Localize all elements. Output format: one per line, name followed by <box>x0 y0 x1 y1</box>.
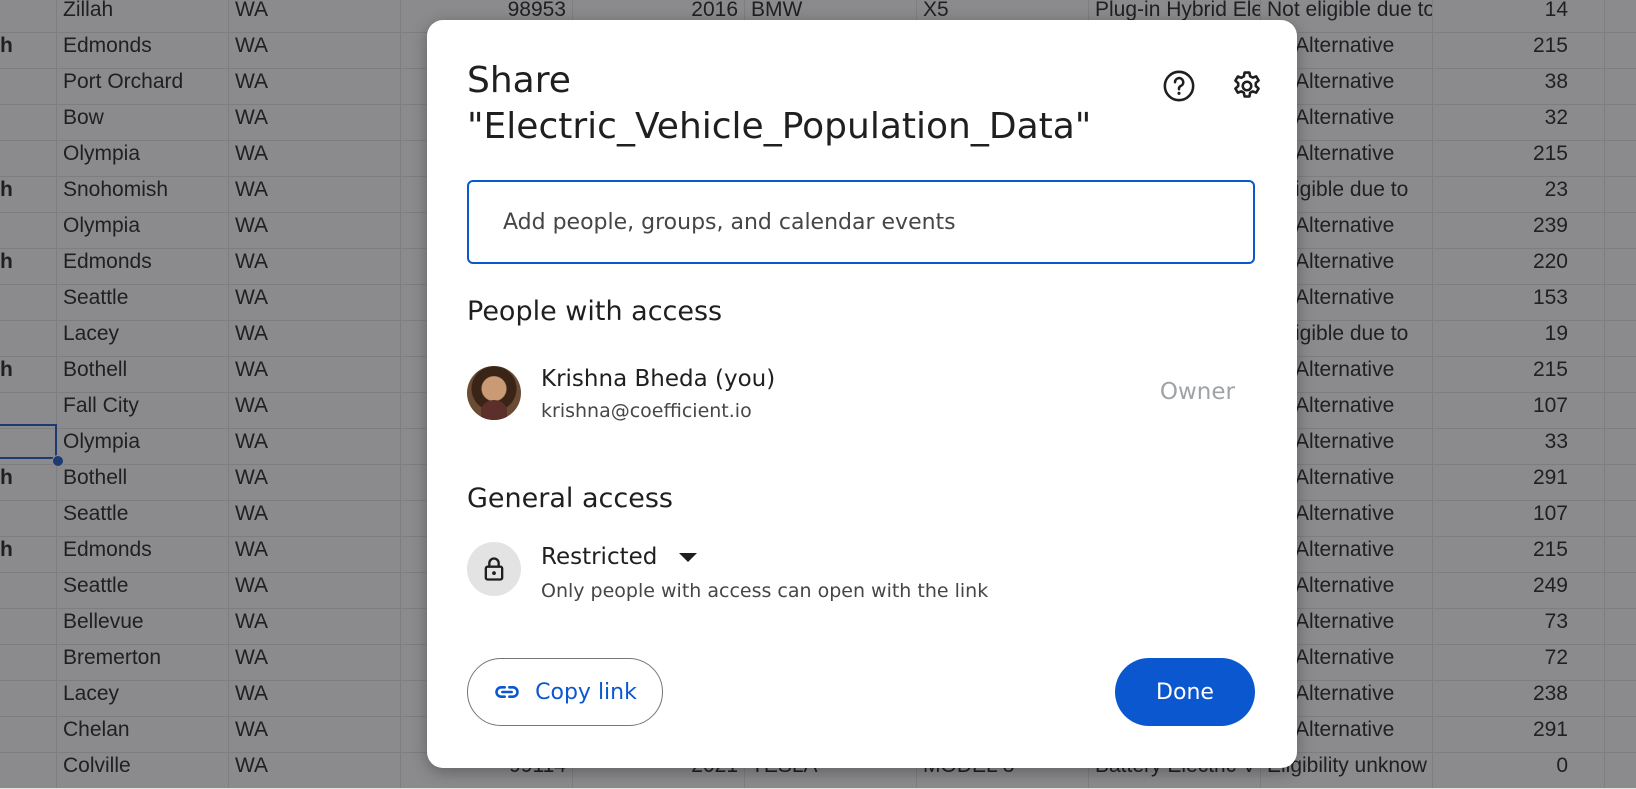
dialog-title: Share "Electric_Vehicle_Population_Data" <box>467 58 1092 150</box>
copy-link-label: Copy link <box>535 679 637 705</box>
access-description: Only people with access can open with th… <box>541 580 989 602</box>
avatar <box>467 366 521 420</box>
link-icon <box>495 686 519 698</box>
copy-link-button[interactable]: Copy link <box>467 658 663 726</box>
chevron-down-icon <box>679 552 698 562</box>
lock-icon <box>484 557 504 581</box>
help-icon <box>1163 70 1195 102</box>
person-name: Krishna Bheda (you) <box>541 366 776 392</box>
people-with-access-heading: People with access <box>467 296 723 327</box>
share-dialog: Share "Electric_Vehicle_Population_Data"… <box>427 20 1297 768</box>
person-email: krishna@coefficient.io <box>541 400 752 422</box>
lock-badge <box>467 542 521 596</box>
access-level-dropdown[interactable]: Restricted <box>537 540 701 574</box>
help-button[interactable] <box>1157 64 1201 108</box>
dialog-title-filename: "Electric_Vehicle_Population_Data" <box>467 106 1092 147</box>
settings-button[interactable] <box>1225 64 1269 108</box>
access-level-label: Restricted <box>541 544 658 570</box>
add-people-input[interactable] <box>467 180 1255 264</box>
done-button[interactable]: Done <box>1115 658 1255 726</box>
general-access-heading: General access <box>467 483 673 514</box>
gear-icon <box>1234 71 1260 98</box>
person-role: Owner <box>1159 379 1235 405</box>
person-row: Krishna Bheda (you) krishna@coefficient.… <box>467 366 1255 426</box>
general-access-row: Restricted Only people with access can o… <box>467 540 1255 610</box>
dialog-title-line1: Share <box>467 60 571 101</box>
